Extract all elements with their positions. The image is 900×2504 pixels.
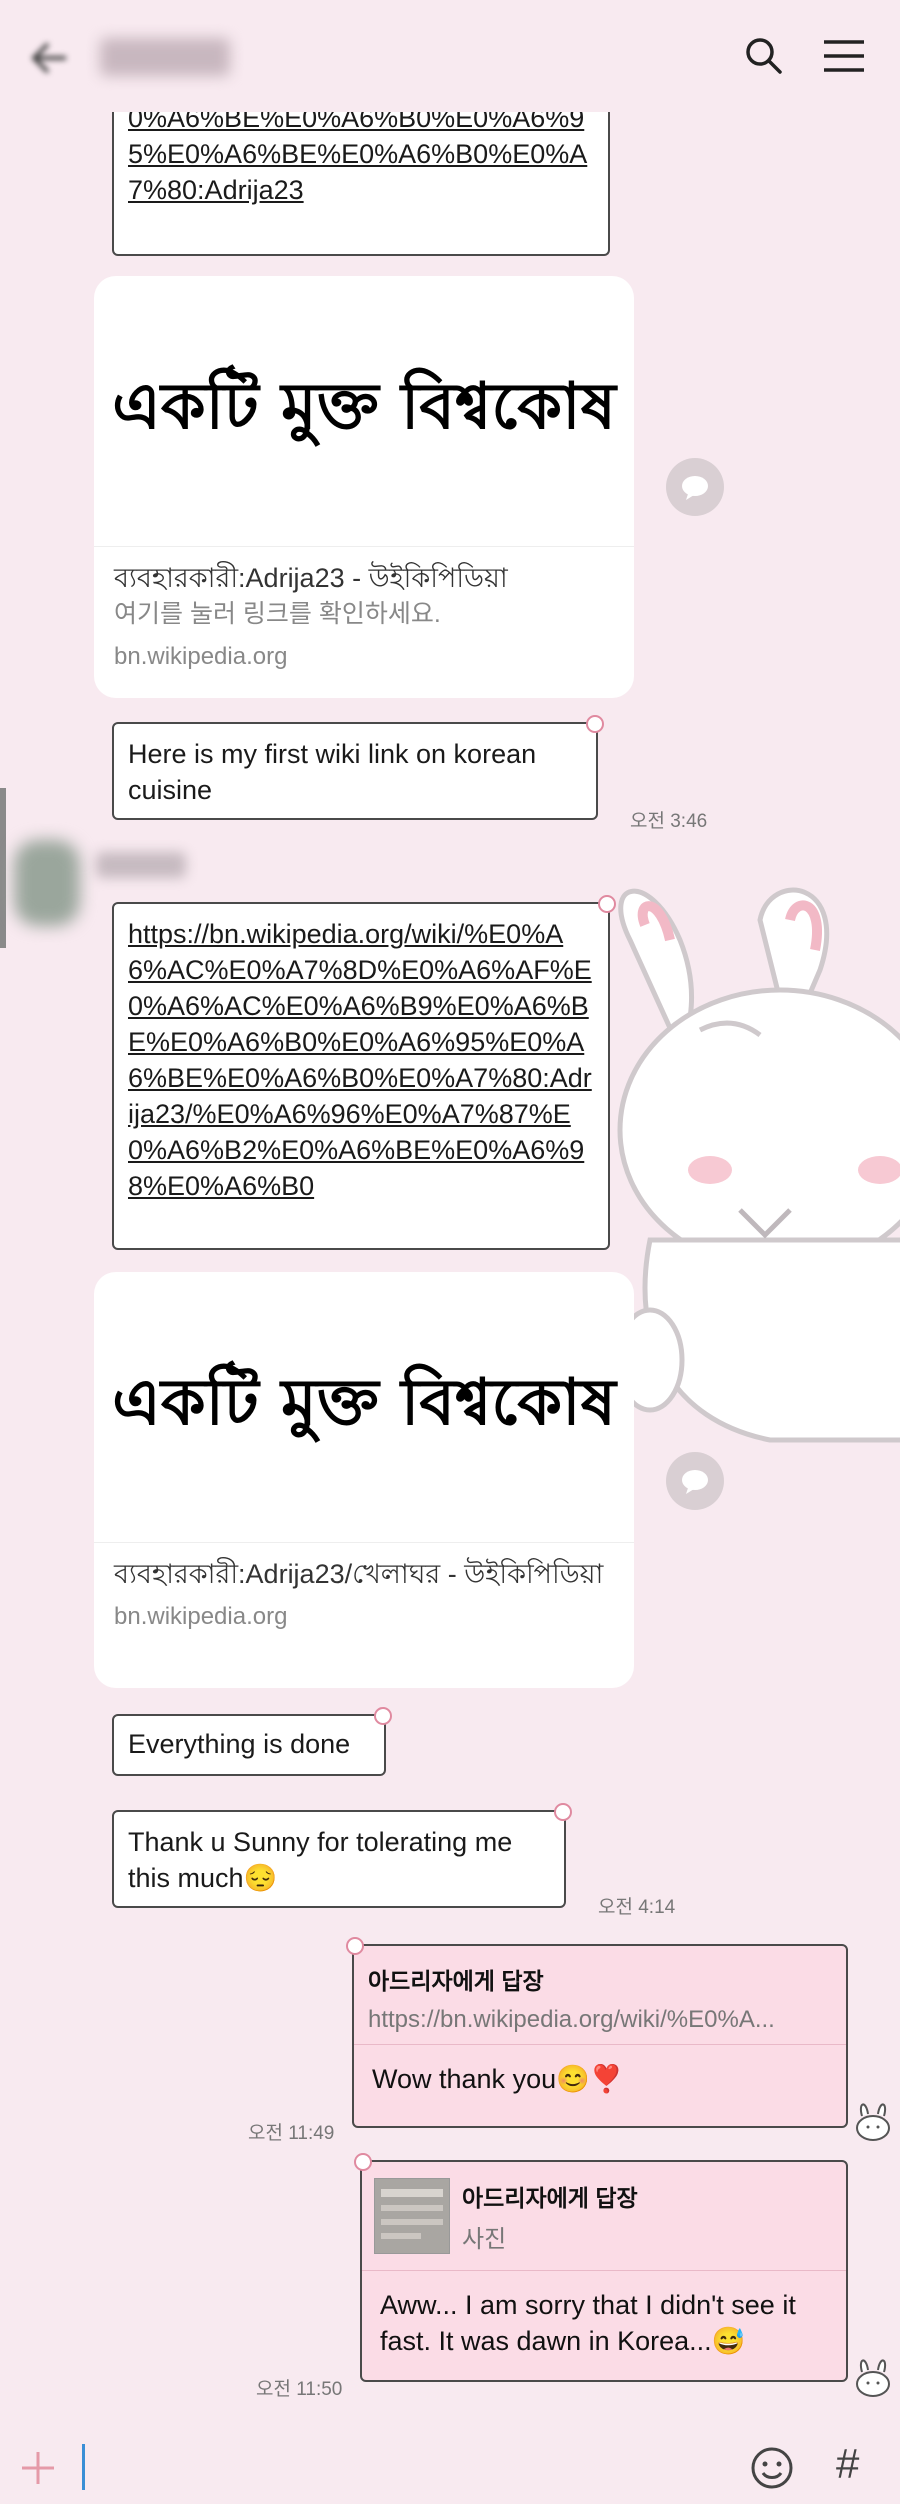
hamburger-menu-icon[interactable] xyxy=(816,28,872,84)
link-preview-card[interactable]: একটি মুক্ত বিশ্বকোষ ব্যবহারকারী:Adrija23… xyxy=(94,1272,634,1688)
message-text: Thank u Sunny for tolerating me this muc… xyxy=(128,1827,513,1893)
share-icon[interactable] xyxy=(666,458,724,516)
sender-name-blurred xyxy=(96,852,186,878)
message-time: 오전 4:14 xyxy=(598,1897,676,1918)
reply-message-bubble[interactable]: 아드리자에게 답장 https://bn.wikipedia.org/wiki/… xyxy=(346,1937,848,2128)
reply-text: Aww... I am sorry that I didn't see it f… xyxy=(380,2290,796,2356)
heart-decoration xyxy=(554,1803,572,1821)
emoji-icon[interactable] xyxy=(750,2446,794,2490)
message-input[interactable] xyxy=(82,2444,85,2490)
card-domain: bn.wikipedia.org xyxy=(114,1603,288,1630)
heart-decoration xyxy=(598,895,616,913)
message-time: 오전 11:49 xyxy=(248,2123,335,2144)
avatar[interactable] xyxy=(14,840,80,926)
hashtag-search-button[interactable]: # xyxy=(836,2440,859,2488)
card-preview-title: একটি মুক্ত বিশ্বকোষ xyxy=(112,1364,616,1440)
message-time: 오전 3:46 xyxy=(630,811,708,832)
reply-quoted-text: 사진 xyxy=(462,2225,507,2253)
reply-title: 아드리자에게 답장 xyxy=(462,2184,638,2211)
card-hint: 여기를 눌러 링크를 확인하세요. xyxy=(114,600,441,628)
card-page-name: ব্যবহারকারী:Adrija23 - উইকিপিডিয়া xyxy=(114,563,508,593)
card-preview-title: একটি মুক্ত বিশ্বকোষ xyxy=(112,368,616,444)
scroll-indicator xyxy=(0,788,6,948)
heart-decoration xyxy=(354,2153,372,2171)
message-text: Everything is done xyxy=(128,1729,351,1759)
heart-decoration xyxy=(374,1707,392,1725)
card-page-name: ব্যবহারকারী:Adrija23/খেলাঘর - উইকিপিডিয়… xyxy=(114,1559,604,1589)
photo-thumbnail xyxy=(374,2178,450,2254)
message-bubble[interactable]: Here is my first wiki link on korean cui… xyxy=(112,715,604,820)
bunny-sticker-decoration xyxy=(615,887,900,1443)
heart-decoration xyxy=(346,1937,364,1955)
reply-message-bubble[interactable]: 아드리자에게 답장 사진 Aww... I am sorry that I di… xyxy=(354,2153,848,2382)
chat-title-blurred xyxy=(100,38,230,76)
share-icon[interactable] xyxy=(666,1452,724,1510)
message-bubble[interactable]: Everything is done xyxy=(112,1707,392,1776)
reply-quoted-text: https://bn.wikipedia.org/wiki/%E0%A... xyxy=(368,2006,775,2033)
reply-quote[interactable]: 아드리자에게 답장 사진 xyxy=(362,2162,846,2271)
reply-text: Wow thank you😊❣️ xyxy=(372,2064,624,2094)
chat-header xyxy=(0,0,900,112)
card-domain: bn.wikipedia.org xyxy=(114,643,288,670)
link-text[interactable]: https://bn.wikipedia.org/wiki/%E0%A6%AC%… xyxy=(128,916,594,1204)
message-time: 오전 11:50 xyxy=(256,2379,343,2400)
bunny-icon xyxy=(856,2103,890,2141)
search-icon[interactable] xyxy=(736,28,792,84)
message-input-bar: # xyxy=(0,2426,900,2504)
message-bubble[interactable]: Thank u Sunny for tolerating me this muc… xyxy=(112,1803,572,1908)
reply-quote[interactable]: 아드리자에게 답장 https://bn.wikipedia.org/wiki/… xyxy=(354,1946,846,2045)
plus-icon[interactable] xyxy=(18,2448,58,2488)
heart-decoration xyxy=(586,715,604,733)
link-message-bubble[interactable]: https://bn.wikipedia.org/wiki/%E0%A6%AC%… xyxy=(112,895,616,1250)
back-arrow-icon[interactable] xyxy=(26,38,70,78)
reply-title: 아드리자에게 답장 xyxy=(368,1968,544,1994)
message-text: Here is my first wiki link on korean cui… xyxy=(128,739,537,805)
link-preview-card[interactable]: একটি মুক্ত বিশ্বকোষ ব্যবহারকারী:Adrija23… xyxy=(94,276,634,698)
bunny-icon xyxy=(856,2359,890,2397)
